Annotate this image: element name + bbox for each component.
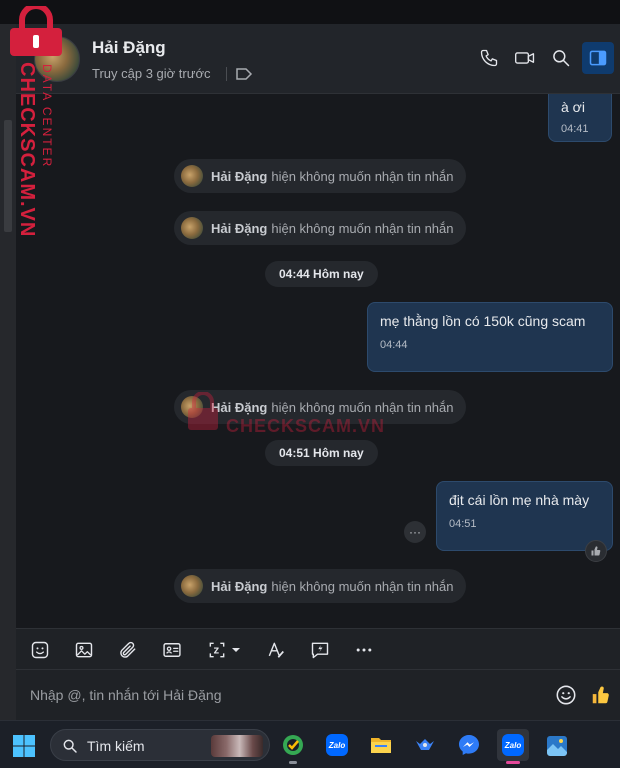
folder-icon xyxy=(371,738,391,753)
notice-avatar xyxy=(181,575,203,597)
message-input[interactable] xyxy=(16,670,536,720)
photos-icon xyxy=(547,736,567,756)
zalo-icon: Zalo xyxy=(502,734,524,756)
message-more-button[interactable]: ··· xyxy=(404,521,426,543)
send-like-button[interactable] xyxy=(588,682,614,708)
notice-name: Hải Đặng xyxy=(211,399,268,415)
taskbar-search-label: Tìm kiếm xyxy=(87,738,145,754)
message-composer xyxy=(16,670,620,720)
image-icon xyxy=(75,642,93,658)
video-call-button[interactable] xyxy=(511,44,539,72)
running-indicator xyxy=(289,761,297,764)
outgoing-message[interactable]: địt cái lồn mẹ nhà mày 04:51 xyxy=(436,481,613,551)
taskbar-app-zalo-active[interactable]: Zalo xyxy=(497,729,529,764)
time-divider: 04:44 Hôm nay xyxy=(265,261,378,287)
more-horizontal-icon xyxy=(356,648,372,652)
notice-text: hiện không muốn nhận tin nhắn xyxy=(271,168,454,184)
notice-text: hiện không muốn nhận tin nhắn xyxy=(271,220,454,236)
search-highlight-image xyxy=(211,735,263,757)
message-time: 04:44 xyxy=(380,339,408,351)
voice-call-button[interactable] xyxy=(475,44,503,72)
text-format-icon xyxy=(268,642,284,658)
notice-text: hiện không muốn nhận tin nhắn xyxy=(271,399,454,415)
attach-file-button[interactable] xyxy=(116,638,140,662)
screenshot-icon: Z xyxy=(209,642,225,658)
send-contact-card-button[interactable] xyxy=(160,638,184,662)
zalo-icon: Zalo xyxy=(326,734,348,756)
more-dots-icon: ··· xyxy=(409,525,421,539)
contact-card-icon xyxy=(163,643,181,657)
contact-last-seen: Truy cập 3 giờ trước xyxy=(92,66,211,81)
system-notice: Hải Đặng hiện không muốn nhận tin nhắn xyxy=(174,569,466,603)
message-time: 04:51 xyxy=(449,518,477,530)
message-text: mẹ thằng lồn có 150k cũng scam xyxy=(380,313,586,329)
taskbar-search[interactable]: Tìm kiếm xyxy=(50,729,270,761)
windows-start-icon[interactable] xyxy=(12,734,36,758)
taskbar-app-zalo[interactable]: Zalo xyxy=(321,729,353,761)
time-divider: 04:51 Hôm nay xyxy=(265,440,378,466)
label-tag-icon[interactable] xyxy=(235,67,253,81)
notice-avatar xyxy=(181,217,203,239)
left-edge-panel xyxy=(0,24,16,720)
chat-header: Hải Đặng Truy cập 3 giờ trước xyxy=(16,24,620,94)
chevron-down-icon[interactable] xyxy=(231,645,241,655)
notice-text: hiện không muốn nhận tin nhắn xyxy=(271,578,454,594)
text-format-button[interactable] xyxy=(264,638,288,662)
search-chat-button[interactable] xyxy=(547,44,575,72)
sidebar-panel-icon xyxy=(589,50,607,66)
paperclip-icon xyxy=(120,641,136,658)
notice-avatar xyxy=(181,165,203,187)
left-edge-handle[interactable] xyxy=(4,120,12,232)
quick-message-icon xyxy=(311,642,329,659)
emoji-icon xyxy=(556,685,576,705)
screenshot-button[interactable]: Z xyxy=(204,638,244,662)
search-icon xyxy=(553,50,570,67)
active-indicator xyxy=(506,761,520,764)
toggle-info-panel-button[interactable] xyxy=(582,42,614,74)
messenger-icon xyxy=(459,735,479,755)
sticker-button[interactable] xyxy=(28,638,52,662)
taskbar-app-photos[interactable] xyxy=(541,729,573,761)
taskbar-app-browser[interactable] xyxy=(277,729,309,764)
contact-avatar[interactable] xyxy=(34,36,80,82)
system-notice: Hải Đặng hiện không muốn nhận tin nhắn xyxy=(174,211,466,245)
notice-avatar xyxy=(181,396,203,418)
cloud-app-icon xyxy=(416,739,434,750)
outgoing-message[interactable]: à ơi 04:41 xyxy=(548,94,612,142)
contact-name[interactable]: Hải Đặng xyxy=(92,38,166,58)
message-list[interactable]: à ơi 04:41 Hải Đặng hiện không muốn nhận… xyxy=(16,94,620,628)
notice-name: Hải Đặng xyxy=(211,578,268,594)
send-image-button[interactable] xyxy=(72,638,96,662)
video-camera-icon xyxy=(515,52,535,64)
svg-text:Z: Z xyxy=(214,646,220,655)
thumbs-up-icon xyxy=(591,546,601,556)
status-separator xyxy=(226,67,227,81)
browser-icon xyxy=(283,735,303,755)
message-text: địt cái lồn mẹ nhà mày xyxy=(449,492,590,508)
composer-toolbar: Z xyxy=(16,628,620,670)
outgoing-message[interactable]: mẹ thằng lồn có 150k cũng scam 04:44 xyxy=(367,302,613,372)
message-text: à ơi xyxy=(561,99,585,115)
window-top-strip xyxy=(0,0,620,24)
phone-icon xyxy=(480,49,498,67)
emoji-button[interactable] xyxy=(553,682,579,708)
system-notice: Hải Đặng hiện không muốn nhận tin nhắn xyxy=(174,159,466,193)
thumbs-up-icon xyxy=(592,686,609,704)
taskbar-app-cloud[interactable] xyxy=(409,729,441,761)
message-time: 04:41 xyxy=(561,123,589,135)
os-taskbar: Tìm kiếm Zalo Zalo xyxy=(0,720,620,768)
notice-name: Hải Đặng xyxy=(211,168,268,184)
more-options-button[interactable] xyxy=(352,638,376,662)
taskbar-app-file-explorer[interactable] xyxy=(365,729,397,761)
system-notice: Hải Đặng hiện không muốn nhận tin nhắn xyxy=(174,390,466,424)
search-icon xyxy=(63,739,77,753)
quick-message-button[interactable] xyxy=(308,638,332,662)
react-button[interactable] xyxy=(585,540,607,562)
app-window: Hải Đặng Truy cập 3 giờ trước à ơi 04:41… xyxy=(0,0,620,768)
taskbar-app-messenger[interactable] xyxy=(453,729,485,761)
notice-name: Hải Đặng xyxy=(211,220,268,236)
sticker-icon xyxy=(31,641,49,659)
